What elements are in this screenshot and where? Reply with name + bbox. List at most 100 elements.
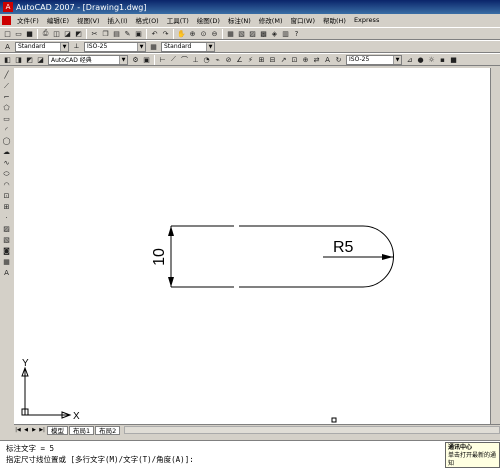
match-properties-icon[interactable]: ✎: [123, 29, 132, 38]
construction-line-icon[interactable]: ⟋: [2, 81, 12, 91]
linear-dim-icon[interactable]: ⊢: [158, 55, 167, 64]
hatch-icon[interactable]: ▨: [2, 224, 12, 234]
markup-icon[interactable]: ◈: [270, 29, 279, 38]
menu-dimension[interactable]: 标注(N): [224, 15, 255, 25]
menu-insert[interactable]: 插入(I): [104, 15, 132, 25]
workspace-settings-icon[interactable]: ⚙: [131, 55, 140, 64]
region-icon[interactable]: ◙: [2, 246, 12, 256]
menu-tools[interactable]: 工具(T): [163, 15, 193, 25]
spline-icon[interactable]: ∿: [2, 158, 12, 168]
arc-icon[interactable]: ◜: [2, 125, 12, 135]
lightbulb-icon[interactable]: ●: [416, 55, 425, 64]
document-icon[interactable]: [2, 15, 11, 25]
rectangle-icon[interactable]: ▭: [2, 114, 12, 124]
dim-style-select[interactable]: ISO-25 ▼: [84, 41, 146, 52]
jogged-icon[interactable]: ⌁: [213, 55, 222, 64]
undo-icon[interactable]: ↶: [150, 29, 159, 38]
tab-model[interactable]: 模型: [47, 425, 68, 435]
layer-icon[interactable]: ◧: [3, 55, 12, 64]
revision-cloud-icon[interactable]: ☁: [2, 147, 12, 157]
publish-icon[interactable]: ◪: [63, 29, 72, 38]
layer-state-icon[interactable]: ◨: [14, 55, 23, 64]
menu-file[interactable]: 文件(F): [13, 15, 43, 25]
plot-icon[interactable]: ◩: [74, 29, 83, 38]
drawing-canvas[interactable]: 10 R5 Y X: [14, 68, 490, 424]
arc-length-icon[interactable]: ⌒: [180, 55, 189, 64]
cut-icon[interactable]: ✂: [90, 29, 99, 38]
table-style-select[interactable]: Standard ▼: [161, 41, 215, 52]
tab-layout2[interactable]: 布局2: [95, 425, 121, 435]
make-block-icon[interactable]: ⊞: [2, 202, 12, 212]
help-icon[interactable]: ?: [292, 29, 301, 38]
save-icon[interactable]: ■: [25, 29, 34, 38]
sun-icon[interactable]: ☼: [427, 55, 436, 64]
angular-dim-icon[interactable]: ∠: [235, 55, 244, 64]
vertical-scrollbar[interactable]: [490, 68, 500, 424]
menu-express[interactable]: Express: [350, 16, 383, 24]
zoom-window-icon[interactable]: ⊙: [199, 29, 208, 38]
prev-tab-icon[interactable]: ◀: [22, 426, 30, 434]
tool-palettes-icon[interactable]: ▨: [248, 29, 257, 38]
menu-modify[interactable]: 修改(M): [255, 15, 287, 25]
radius-dim-icon[interactable]: ◔: [202, 55, 211, 64]
lock-icon[interactable]: ▪: [438, 55, 447, 64]
dim-edit-icon[interactable]: ⇄: [312, 55, 321, 64]
sheet-set-icon[interactable]: ▩: [259, 29, 268, 38]
zoom-realtime-icon[interactable]: ⊕: [188, 29, 197, 38]
dim-style-manager-icon[interactable]: ⊿: [405, 55, 414, 64]
qleader-icon[interactable]: ↗: [279, 55, 288, 64]
continue-icon[interactable]: ⊟: [268, 55, 277, 64]
redo-icon[interactable]: ↷: [161, 29, 170, 38]
dim-update-icon[interactable]: ↻: [334, 55, 343, 64]
paste-icon[interactable]: ▤: [112, 29, 121, 38]
properties-icon[interactable]: ▦: [226, 29, 235, 38]
layer-icon-2[interactable]: ◪: [36, 55, 45, 64]
next-tab-icon[interactable]: ▶: [30, 426, 38, 434]
copy-icon[interactable]: ❐: [101, 29, 110, 38]
baseline-icon[interactable]: ⊞: [257, 55, 266, 64]
text-style-select[interactable]: Standard ▼: [15, 41, 69, 52]
command-window[interactable]: 标注文字 = 5 指定尺寸线位置或 [多行文字(M)/文字(T)/角度(A)]:: [0, 440, 500, 468]
table-icon[interactable]: ▦: [2, 257, 12, 267]
ellipse-icon[interactable]: ⬭: [2, 169, 12, 179]
preview-icon[interactable]: ◫: [52, 29, 61, 38]
menu-window[interactable]: 窗口(W): [286, 15, 319, 25]
horizontal-scrollbar[interactable]: [124, 426, 500, 434]
open-icon[interactable]: ▭: [14, 29, 23, 38]
aligned-dim-icon[interactable]: ⟋: [169, 55, 178, 64]
color-icon[interactable]: ■: [449, 55, 458, 64]
dim-text-edit-icon[interactable]: A: [323, 55, 332, 64]
communication-center-balloon[interactable]: 通讯中心 单击打开最新的通知: [445, 442, 500, 468]
polygon-icon[interactable]: ⬠: [2, 103, 12, 113]
gradient-icon[interactable]: ▧: [2, 235, 12, 245]
circle-icon[interactable]: ◯: [2, 136, 12, 146]
dim-style-select-2[interactable]: ISO-25 ▼: [346, 54, 402, 65]
block-editor-icon[interactable]: ▣: [134, 29, 143, 38]
point-icon[interactable]: ·: [2, 213, 12, 223]
pan-icon[interactable]: ✋: [177, 29, 186, 38]
menu-help[interactable]: 帮助(H): [319, 15, 350, 25]
new-icon[interactable]: □: [3, 29, 12, 38]
menu-draw[interactable]: 绘图(D): [193, 15, 224, 25]
last-tab-icon[interactable]: ▶|: [38, 426, 46, 434]
calculator-icon[interactable]: ▥: [281, 29, 290, 38]
zoom-previous-icon[interactable]: ⊖: [210, 29, 219, 38]
workspace-icon[interactable]: ▣: [142, 55, 151, 64]
polyline-icon[interactable]: ⌐: [2, 92, 12, 102]
print-icon[interactable]: ⎙: [41, 29, 50, 38]
tab-layout1[interactable]: 布局1: [69, 425, 95, 435]
first-tab-icon[interactable]: |◀: [14, 426, 22, 434]
multiline-text-icon[interactable]: A: [2, 268, 12, 278]
quick-dim-icon[interactable]: ⚡: [246, 55, 255, 64]
ordinate-icon[interactable]: ⊥: [191, 55, 200, 64]
layer-previous-icon[interactable]: ◩: [25, 55, 34, 64]
workspace-select[interactable]: AutoCAD 经典 ▼: [48, 54, 128, 65]
menu-format[interactable]: 格式(O): [132, 15, 163, 25]
insert-block-icon[interactable]: ⊡: [2, 191, 12, 201]
menu-view[interactable]: 视图(V): [73, 15, 104, 25]
center-mark-icon[interactable]: ⊕: [301, 55, 310, 64]
line-icon[interactable]: ╱: [2, 71, 12, 81]
design-center-icon[interactable]: ▧: [237, 29, 246, 38]
ellipse-arc-icon[interactable]: ◠: [2, 180, 12, 190]
diameter-dim-icon[interactable]: ⊘: [224, 55, 233, 64]
